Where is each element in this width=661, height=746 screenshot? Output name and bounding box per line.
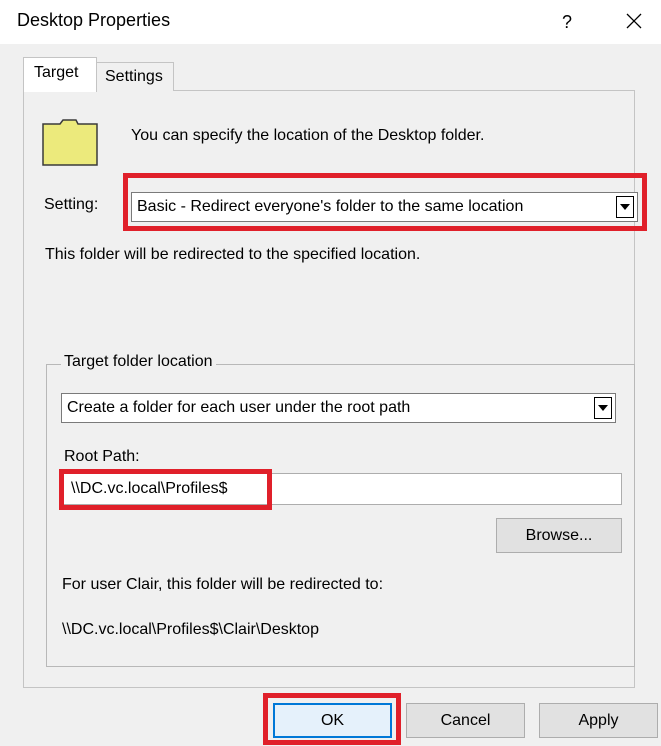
target-location-value: Create a folder for each user under the … [67,399,411,416]
chevron-down-icon [620,204,630,210]
ok-button[interactable]: OK [273,703,392,738]
close-button[interactable] [617,6,651,36]
setting-label: Setting: [44,196,99,213]
dropdown-arrow-button[interactable] [594,397,612,419]
browse-button[interactable]: Browse... [496,518,622,553]
chevron-down-icon [598,405,608,411]
setting-dropdown[interactable]: Basic - Redirect everyone's folder to th… [131,192,638,222]
for-user-text: For user Clair, this folder will be redi… [62,576,384,593]
help-button[interactable]: ? [550,7,584,37]
folder-icon [42,118,98,171]
tab-target-label: Target [34,64,79,81]
tab-settings[interactable]: Settings [96,62,174,91]
close-icon [626,13,642,29]
tab-target[interactable]: Target [23,57,97,92]
root-path-label: Root Path: [64,448,140,465]
redirect-note: This folder will be redirected to the sp… [45,246,421,263]
target-location-dropdown[interactable]: Create a folder for each user under the … [61,393,616,423]
apply-button[interactable]: Apply [539,703,658,738]
cancel-button[interactable]: Cancel [406,703,525,738]
intro-text: You can specify the location of the Desk… [131,127,485,144]
group-legend: Target folder location [61,353,216,371]
setting-dropdown-value: Basic - Redirect everyone's folder to th… [137,198,524,215]
window-title: Desktop Properties [17,10,171,30]
root-path-input[interactable]: \\DC.vc.local\Profiles$ [62,473,622,505]
dropdown-arrow-button[interactable] [616,196,634,218]
root-path-value: \\DC.vc.local\Profiles$ [71,480,228,497]
tab-settings-label: Settings [105,68,163,85]
for-user-path: \\DC.vc.local\Profiles$\Clair\Desktop [62,621,319,638]
